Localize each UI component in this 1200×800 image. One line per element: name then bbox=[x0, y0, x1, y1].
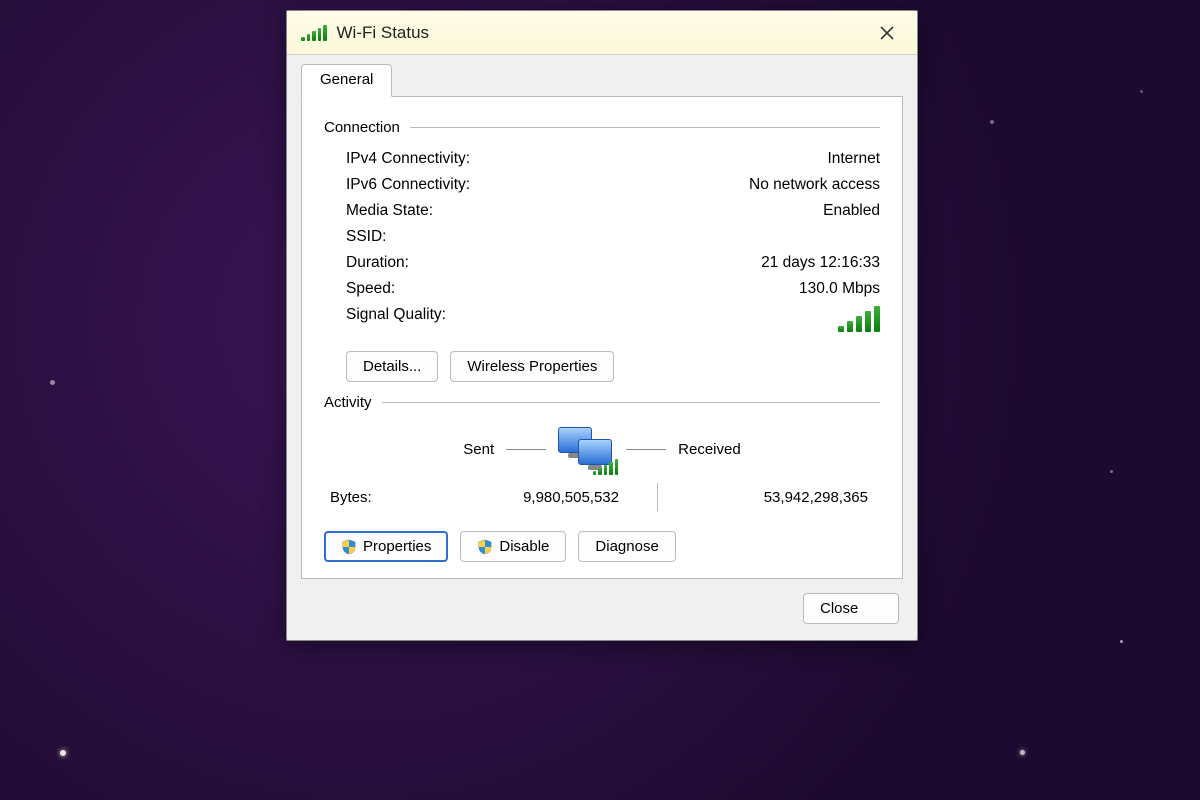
sent-label: Sent bbox=[463, 441, 494, 458]
duration-label: Duration: bbox=[346, 254, 409, 272]
window-title: Wi-Fi Status bbox=[337, 23, 866, 43]
shield-icon bbox=[477, 539, 493, 555]
ipv6-label: IPv6 Connectivity: bbox=[346, 176, 470, 194]
signal-icon bbox=[301, 25, 327, 41]
tab-page-general: Connection IPv4 Connectivity: Internet IP… bbox=[301, 97, 903, 579]
signal-quality-value bbox=[838, 306, 880, 337]
duration-value: 21 days 12:16:33 bbox=[761, 254, 880, 272]
bytes-label: Bytes: bbox=[330, 489, 440, 506]
media-state-value: Enabled bbox=[823, 202, 880, 220]
speed-value: 130.0 Mbps bbox=[799, 280, 880, 298]
ssid-label: SSID: bbox=[346, 228, 386, 246]
signal-bars-icon bbox=[838, 306, 880, 332]
group-activity-label: Activity bbox=[324, 394, 372, 411]
titlebar: Wi-Fi Status bbox=[287, 11, 917, 55]
properties-button[interactable]: Properties bbox=[324, 531, 448, 562]
disable-button[interactable]: Disable bbox=[460, 531, 566, 562]
group-activity-header: Activity bbox=[324, 394, 880, 411]
bytes-received-value: 53,942,298,365 bbox=[667, 489, 874, 506]
group-connection-header: Connection bbox=[324, 119, 880, 136]
properties-button-label: Properties bbox=[363, 538, 431, 555]
details-button[interactable]: Details... bbox=[346, 351, 438, 382]
close-button[interactable]: Close bbox=[803, 593, 899, 624]
shield-icon bbox=[341, 539, 357, 555]
received-label: Received bbox=[678, 441, 741, 458]
signal-quality-label: Signal Quality: bbox=[346, 306, 446, 337]
bytes-row: Bytes: 9,980,505,532 53,942,298,365 bbox=[324, 477, 880, 517]
bytes-sent-value: 9,980,505,532 bbox=[440, 489, 647, 506]
ipv6-value: No network access bbox=[749, 176, 880, 194]
speed-label: Speed: bbox=[346, 280, 395, 298]
ipv4-value: Internet bbox=[827, 150, 880, 168]
media-state-label: Media State: bbox=[346, 202, 433, 220]
disable-button-label: Disable bbox=[499, 538, 549, 555]
ipv4-label: IPv4 Connectivity: bbox=[346, 150, 470, 168]
close-icon[interactable] bbox=[865, 16, 909, 50]
group-connection-label: Connection bbox=[324, 119, 400, 136]
network-activity-icon bbox=[558, 427, 614, 471]
tabstrip: General bbox=[301, 63, 903, 97]
tab-general[interactable]: General bbox=[301, 64, 392, 97]
wireless-properties-button[interactable]: Wireless Properties bbox=[450, 351, 614, 382]
activity-direction-row: Sent Received bbox=[324, 421, 880, 477]
wifi-status-dialog: Wi-Fi Status General Connection IPv4 Con… bbox=[286, 10, 918, 641]
diagnose-button[interactable]: Diagnose bbox=[578, 531, 675, 562]
signal-mini-icon bbox=[593, 459, 619, 475]
